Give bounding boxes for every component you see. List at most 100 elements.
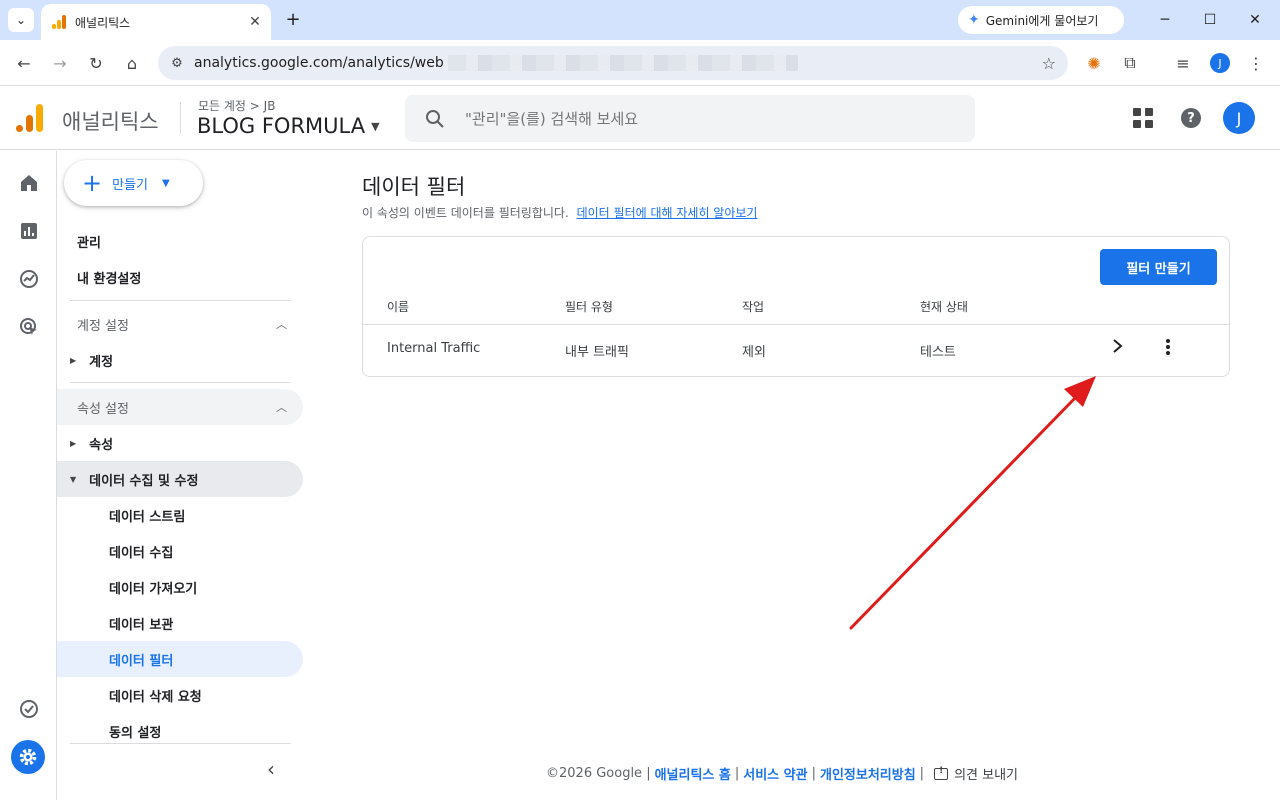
nav-account[interactable]: ▶ 계정 [57, 342, 303, 378]
footer: ©2026 Google | 애널리틱스 홈 | 서비스 약관 | 개인정보처리… [546, 764, 1018, 784]
table-divider [363, 324, 1229, 325]
maximize-icon[interactable]: ☐ [1198, 8, 1222, 32]
account-picker[interactable]: BLOG FORMULA ▼ [197, 114, 380, 138]
close-window-icon[interactable]: ✕ [1243, 8, 1267, 32]
account-name: BLOG FORMULA [197, 114, 366, 138]
more-options-icon[interactable] [1164, 339, 1172, 355]
forward-icon[interactable]: → [48, 51, 72, 75]
account-breadcrumb: 모든 계정 > JB [198, 99, 276, 113]
nav-data-collection[interactable]: ▼ 데이터 수집 및 수정 [57, 461, 303, 497]
site-info-icon[interactable]: ⚙ [160, 46, 194, 80]
profile-avatar[interactable]: J [1210, 53, 1230, 73]
caret-down-icon: ▼ [162, 177, 170, 189]
tab-title: 애널리틱스 [75, 15, 131, 30]
nav-divider [70, 382, 291, 383]
bookmark-star-icon[interactable]: ☆ [1042, 54, 1056, 73]
nav-sub-data-retention[interactable]: 데이터 보관 [57, 605, 303, 641]
plus-icon: + [82, 169, 103, 197]
url-text: analytics.google.com/analytics/web [194, 55, 444, 71]
chevron-right-icon[interactable] [1111, 337, 1125, 360]
nav-property[interactable]: ▶ 속성 [57, 425, 303, 461]
nav-property-settings-label: 속성 설정 [77, 401, 129, 417]
close-tab-icon[interactable]: ✕ [245, 12, 265, 32]
advertising-icon[interactable] [17, 315, 41, 339]
address-bar[interactable]: ⚙ analytics.google.com/analytics/web ☆ [158, 46, 1068, 80]
page-title: 데이터 필터 [362, 175, 466, 199]
search-icon [405, 109, 465, 129]
user-avatar[interactable]: J [1223, 102, 1255, 134]
footer-privacy-link[interactable]: 개인정보처리방침 [820, 764, 916, 783]
media-controls-icon[interactable]: ≡ [1171, 51, 1195, 75]
footer-separator: | [811, 766, 816, 781]
nav-sub-label: 데이터 가져오기 [109, 581, 198, 597]
create-filter-button[interactable]: 필터 만들기 [1100, 249, 1217, 285]
footer-terms-link[interactable]: 서비스 약관 [743, 764, 807, 783]
nav-sub-data-deletion[interactable]: 데이터 삭제 요청 [57, 677, 303, 713]
gemini-button[interactable]: ✦ Gemini에게 물어보기 [958, 6, 1124, 34]
filters-table-card: 필터 만들기 이름 필터 유형 작업 현재 상태 Internal Traffi… [362, 236, 1230, 377]
nav-sub-label: 동의 설정 [109, 726, 162, 741]
search-input[interactable] [465, 109, 945, 128]
footer-separator: | [919, 766, 925, 781]
left-rail [0, 151, 57, 800]
nav-account-label: 계정 [89, 354, 114, 370]
nav-account-settings[interactable]: 계정 설정 ︿ [57, 306, 303, 342]
nav-sub-data-filters[interactable]: 데이터 필터 [57, 641, 303, 677]
nav-sub-data-import[interactable]: 데이터 가져오기 [57, 569, 303, 605]
back-icon[interactable]: ← [12, 51, 36, 75]
nav-sub-consent[interactable]: 동의 설정 [57, 713, 303, 743]
collapse-triangle-icon: ▼ [70, 474, 77, 484]
nav-data-collection-label: 데이터 수집 및 수정 [89, 473, 199, 489]
header-divider [180, 102, 181, 134]
expand-triangle-icon: ▶ [70, 438, 77, 448]
browser-tab[interactable]: 애널리틱스 ✕ [41, 4, 271, 40]
column-header-type: 필터 유형 [565, 300, 613, 314]
column-header-name: 이름 [387, 300, 410, 314]
nav-account-settings-label: 계정 설정 [77, 318, 129, 334]
footer-home-link[interactable]: 애널리틱스 홈 [655, 764, 731, 783]
column-header-status: 현재 상태 [920, 300, 968, 314]
feedback-link[interactable]: 의견 보내기 [954, 764, 1018, 783]
page-description: 이 속성의 이벤트 데이터를 필터링합니다. 데이터 필터에 대해 자세히 알아… [362, 204, 757, 221]
collapse-nav-chevron-icon[interactable]: ‹ [267, 757, 275, 781]
apps-grid-icon[interactable] [1131, 106, 1155, 130]
nav-sub-data-streams[interactable]: 데이터 스트림 [57, 497, 303, 533]
nav-property-settings[interactable]: 속성 설정 ︿ [57, 389, 303, 425]
reload-icon[interactable]: ↻ [84, 51, 108, 75]
browser-menu-icon[interactable]: ⋮ [1244, 51, 1268, 75]
help-icon[interactable]: ? [1179, 106, 1203, 130]
reports-icon[interactable] [17, 219, 41, 243]
nav-preferences[interactable]: 내 환경설정 [57, 259, 303, 295]
nav-sub-label: 데이터 삭제 요청 [109, 689, 202, 705]
filter-status: 테스트 [920, 345, 956, 360]
nav-admin[interactable]: 관리 [57, 223, 303, 259]
chevron-down-icon: ⌄ [15, 13, 27, 27]
new-tab-button[interactable]: + [283, 9, 303, 30]
home-icon[interactable] [17, 171, 41, 195]
tab-search-button[interactable]: ⌄ [8, 8, 34, 32]
filter-type: 내부 트래픽 [565, 345, 629, 360]
nav-divider [70, 743, 291, 744]
create-label: 만들기 [112, 177, 148, 193]
nav-divider [70, 300, 291, 301]
extension-sun-icon[interactable]: ✺ [1082, 51, 1106, 75]
browser-tab-bar: ⌄ 애널리틱스 ✕ + ✦ Gemini에게 물어보기 ─ ☐ ✕ [0, 0, 1280, 40]
search-box[interactable] [405, 95, 975, 142]
insights-check-icon[interactable] [17, 697, 41, 721]
nav-sub-data-collection[interactable]: 데이터 수집 [57, 533, 303, 569]
admin-gear-icon[interactable] [11, 740, 45, 774]
home-icon[interactable]: ⌂ [120, 51, 144, 75]
column-header-action: 작업 [742, 300, 765, 314]
minimize-icon[interactable]: ─ [1153, 8, 1177, 32]
analytics-logo-icon[interactable] [16, 104, 44, 132]
caret-down-icon: ▼ [371, 119, 380, 133]
nav-sub-label: 데이터 보관 [109, 617, 174, 633]
explore-icon[interactable] [17, 267, 41, 291]
gemini-sparkle-icon: ✦ [968, 12, 980, 28]
learn-more-link[interactable]: 데이터 필터에 대해 자세히 알아보기 [577, 206, 758, 220]
nav-sub-label: 데이터 필터 [109, 653, 174, 669]
analytics-header: 애널리틱스 모든 계정 > JB BLOG FORMULA ▼ ? J [0, 86, 1280, 150]
create-button[interactable]: + 만들기 ▼ [64, 160, 203, 206]
extensions-puzzle-icon[interactable]: ⧉ [1118, 51, 1142, 75]
feedback-icon[interactable] [934, 766, 949, 780]
